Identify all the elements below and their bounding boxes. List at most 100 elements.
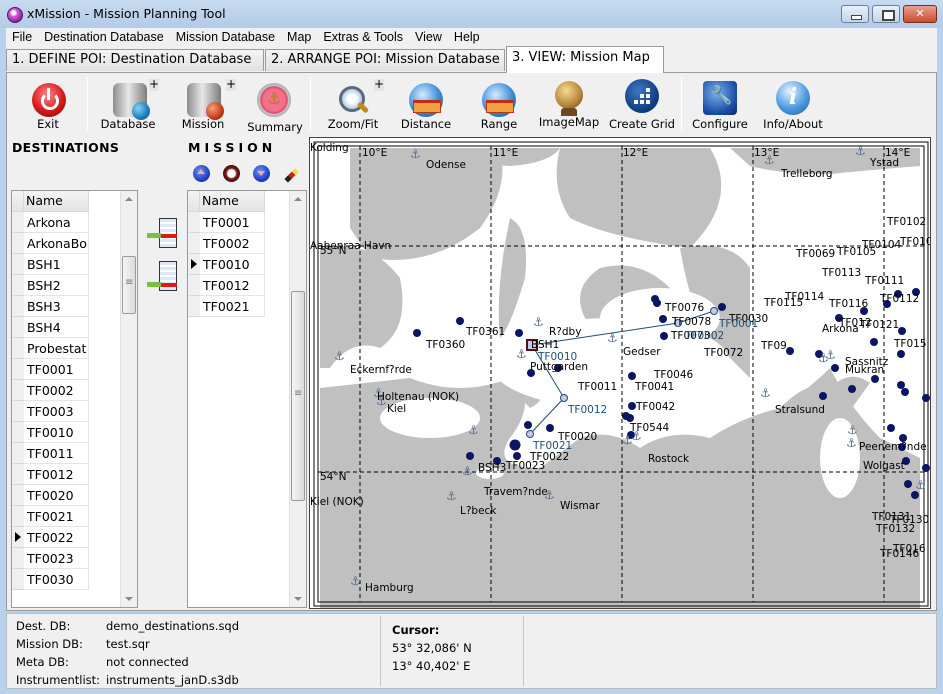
mission-map[interactable]: ⚓ ⚓ ⚓ ⚓ ⚓ ⚓ ⚓ ⚓ ⚓ ⚓ ⚓ ⚓ ⚓ ⚓ ⚓ ⚓ ⚓ ⚓ ⚓ ⚓ ⚓ ⚓ 10°E 11°E 12°E 13°E 1…	[309, 137, 931, 609]
destinations-row[interactable]: BSH4	[12, 317, 89, 338]
route-waypoint[interactable]	[710, 307, 718, 315]
destinations-row[interactable]: TF0022	[12, 527, 89, 548]
info-about-button[interactable]: Info/About	[761, 73, 825, 135]
tab-define-poi[interactable]: 1. DEFINE POI: Destination Database	[6, 49, 264, 71]
destinations-grid[interactable]: Name Arkona ArkonaBo BSH1 BSH2 BSH3 BSH4 Probe…	[11, 190, 138, 608]
destinations-row[interactable]: TF0021	[12, 506, 89, 527]
row-header[interactable]	[12, 401, 24, 422]
mission-row[interactable]: TF0021	[188, 296, 265, 317]
destinations-row[interactable]: TF0003	[12, 401, 89, 422]
scroll-up-icon[interactable]	[294, 197, 302, 201]
move-up-button[interactable]	[193, 165, 210, 182]
destinations-name-cell[interactable]: TF0030	[24, 569, 89, 590]
mission-button[interactable]: + Mission	[175, 73, 236, 135]
destinations-row[interactable]: Probestat	[12, 338, 89, 359]
mission-name-cell[interactable]: TF0012	[200, 275, 265, 296]
poi-marker[interactable]	[922, 394, 930, 402]
row-header[interactable]	[188, 275, 200, 296]
poi-marker[interactable]	[456, 317, 464, 325]
column-header-name[interactable]: Name	[200, 191, 265, 212]
destinations-row[interactable]: TF0001	[12, 359, 89, 380]
mission-row[interactable]: TF0012	[188, 275, 265, 296]
mission-name-cell[interactable]: TF0010	[200, 254, 265, 275]
route-waypoint[interactable]	[526, 430, 534, 438]
poi-marker[interactable]	[626, 414, 634, 422]
menu-destination-database[interactable]: Destination Database	[38, 28, 170, 46]
destinations-name-cell[interactable]: TF0022	[24, 527, 89, 548]
destinations-name-cell[interactable]: TF0010	[24, 422, 89, 443]
add-to-mission-end-button[interactable]	[147, 216, 181, 250]
row-header[interactable]	[12, 464, 24, 485]
mission-row[interactable]: TF0002	[188, 233, 265, 254]
row-header[interactable]	[12, 443, 24, 464]
destinations-row[interactable]: TF0012	[12, 464, 89, 485]
menu-view[interactable]: View	[409, 28, 448, 46]
mission-name-cell[interactable]: TF0001	[200, 212, 265, 233]
poi-marker[interactable]	[515, 329, 523, 337]
row-header[interactable]	[12, 485, 24, 506]
destinations-scrollbar[interactable]	[120, 191, 137, 607]
anchor-icon[interactable]: ⚓	[462, 464, 473, 478]
reverse-order-button[interactable]	[223, 165, 240, 182]
poi-marker[interactable]	[870, 338, 878, 346]
mission-grid[interactable]: Name TF0001 TF0002 TF0010 TF0012 TF0021	[187, 190, 307, 608]
row-header[interactable]	[188, 233, 200, 254]
row-header[interactable]	[12, 569, 24, 590]
poi-marker[interactable]	[831, 364, 839, 372]
scroll-thumb[interactable]	[122, 256, 136, 314]
row-header[interactable]	[12, 359, 24, 380]
menu-file[interactable]: File	[6, 28, 38, 46]
database-button[interactable]: + Database	[95, 73, 161, 135]
menu-extras-tools[interactable]: Extras & Tools	[317, 28, 409, 46]
scroll-up-icon[interactable]	[125, 197, 133, 201]
scroll-thumb[interactable]	[291, 291, 305, 501]
menu-map[interactable]: Map	[281, 28, 317, 46]
poi-marker[interactable]	[819, 392, 827, 400]
exit-button[interactable]: Exit	[23, 73, 73, 135]
create-grid-button[interactable]: Create Grid	[607, 73, 677, 135]
summary-button[interactable]: Summary	[245, 73, 305, 135]
poi-marker[interactable]	[901, 388, 909, 396]
poi-marker[interactable]	[718, 303, 726, 311]
minimize-button[interactable]	[841, 5, 869, 23]
destinations-row[interactable]: TF0010	[12, 422, 89, 443]
anchor-icon[interactable]: ⚓	[847, 423, 858, 437]
row-selector-icon[interactable]	[12, 527, 24, 548]
row-header[interactable]	[12, 548, 24, 569]
row-header[interactable]	[12, 317, 24, 338]
poi-marker[interactable]	[524, 421, 532, 429]
row-header[interactable]	[12, 338, 24, 359]
poi-marker[interactable]	[653, 299, 661, 307]
destinations-name-cell[interactable]: TF0011	[24, 443, 89, 464]
destinations-row[interactable]: BSH1	[12, 254, 89, 275]
destinations-name-cell[interactable]: TF0001	[24, 359, 89, 380]
scroll-down-icon[interactable]	[294, 597, 302, 601]
mission-add-icon[interactable]: +	[226, 78, 236, 91]
zoom-fit-button[interactable]: + Zoom/Fit	[323, 73, 384, 135]
scroll-down-icon[interactable]	[125, 597, 133, 601]
destinations-name-cell[interactable]: Probestat	[24, 338, 89, 359]
poi-marker[interactable]	[628, 372, 636, 380]
row-header[interactable]	[188, 296, 200, 317]
row-header[interactable]	[12, 380, 24, 401]
mission-scrollbar[interactable]	[289, 191, 306, 607]
insert-into-mission-button[interactable]	[147, 259, 181, 293]
destinations-name-cell[interactable]: TF0012	[24, 464, 89, 485]
poi-marker[interactable]	[898, 327, 906, 335]
destinations-row[interactable]: Arkona	[12, 212, 89, 233]
range-button[interactable]: Range	[477, 73, 521, 135]
row-header[interactable]	[12, 296, 24, 317]
poi-marker[interactable]	[786, 347, 794, 355]
anchor-icon[interactable]: ⚓	[533, 315, 544, 329]
anchor-icon[interactable]: ⚓	[622, 433, 633, 447]
destinations-name-cell[interactable]: TF0023	[24, 548, 89, 569]
destinations-row[interactable]: TF0030	[12, 569, 89, 590]
destinations-row[interactable]: ArkonaBo	[12, 233, 89, 254]
poi-marker[interactable]	[413, 329, 421, 337]
anchor-icon[interactable]: ⚓	[855, 144, 866, 158]
destinations-name-cell[interactable]: BSH2	[24, 275, 89, 296]
row-header[interactable]	[12, 506, 24, 527]
mission-row[interactable]: TF0010	[188, 254, 265, 275]
poi-marker[interactable]	[660, 332, 668, 340]
maximize-button[interactable]	[872, 5, 900, 23]
